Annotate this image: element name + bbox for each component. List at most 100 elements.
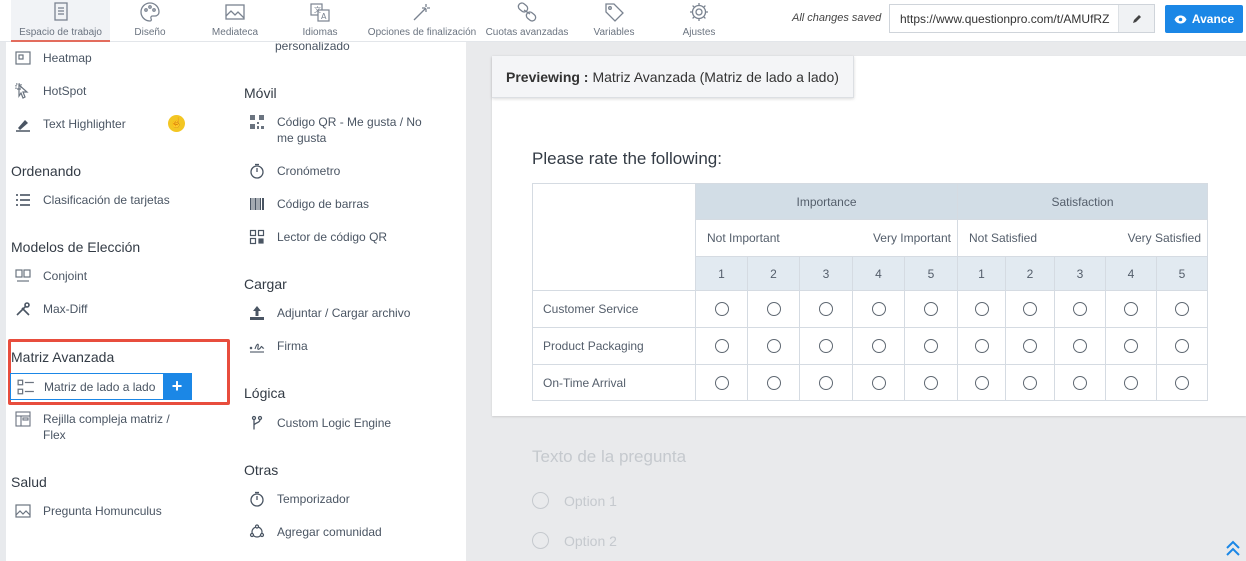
question-type-qr-reader[interactable]: Lector de código QR: [248, 229, 387, 245]
radio-button[interactable]: [924, 339, 938, 354]
radio-button[interactable]: [532, 492, 549, 509]
radio-button[interactable]: [819, 375, 833, 390]
tab-espacio-de-trabajo[interactable]: Espacio de trabajo: [11, 0, 110, 42]
radio-button[interactable]: [1175, 302, 1189, 317]
radio-button[interactable]: [924, 302, 938, 317]
conjoint-icon: [14, 268, 32, 284]
scroll-to-top-icon[interactable]: [1224, 539, 1242, 557]
barcode-icon: [248, 196, 266, 212]
question-type-add-community[interactable]: Agregar comunidad: [248, 524, 382, 540]
tools-icon: [14, 301, 32, 317]
radio-button[interactable]: [714, 375, 729, 390]
radio-button[interactable]: [1073, 339, 1087, 354]
question-type-conjoint[interactable]: Conjoint: [14, 268, 87, 284]
survey-url-field[interactable]: https://www.questionpro.com/t/AMUfRZ: [889, 4, 1155, 33]
edit-url-button[interactable]: [1118, 5, 1154, 32]
top-toolbar: Espacio de trabajo Diseño Mediateca 文A I…: [0, 0, 1246, 42]
qr-reader-icon: [248, 229, 266, 245]
survey-url-text: https://www.questionpro.com/t/AMUfRZ: [900, 12, 1110, 26]
question-type-signature[interactable]: Firma: [248, 338, 308, 354]
link-icon: [516, 1, 538, 23]
radio-button[interactable]: [974, 302, 989, 317]
tab-ajustes[interactable]: Ajustes: [672, 0, 726, 42]
radio-button[interactable]: [1124, 302, 1138, 317]
radio-button[interactable]: [1073, 302, 1087, 317]
radio-button[interactable]: [766, 375, 781, 390]
next-question-title: Texto de la pregunta: [532, 447, 687, 466]
tab-diseno[interactable]: Diseño: [118, 0, 182, 42]
question-type-text-highlighter[interactable]: Text Highlighter: [14, 116, 126, 132]
section-cargar: Cargar: [244, 276, 287, 292]
question-type-truncated[interactable]: personalizado: [275, 42, 350, 54]
signature-icon: [248, 338, 266, 354]
question-type-heatmap[interactable]: Heatmap: [14, 50, 92, 66]
radio-button[interactable]: [871, 339, 886, 354]
cursor-icon: [14, 83, 32, 99]
tab-idiomas[interactable]: 文A Idiomas: [292, 0, 348, 42]
question-type-side-by-side-matrix[interactable]: Matriz de lado a lado +: [10, 373, 192, 400]
radio-button[interactable]: [766, 302, 781, 317]
matrix-sliders-icon: [17, 379, 35, 395]
image-icon: [224, 1, 246, 23]
question-type-stopwatch[interactable]: Cronómetro: [248, 163, 340, 179]
palette-icon: [139, 1, 161, 23]
gear-icon: [688, 1, 710, 23]
tab-opciones-de-finalizacion[interactable]: Opciones de finalización: [364, 0, 480, 42]
radio-button[interactable]: [1023, 339, 1037, 354]
radio-button[interactable]: [1175, 339, 1189, 354]
radio-button[interactable]: [871, 375, 886, 390]
highlighter-icon: [14, 116, 32, 132]
radio-button[interactable]: [871, 302, 886, 317]
premium-badge-icon: ☝: [168, 115, 185, 132]
question-type-card-sorting[interactable]: Clasificación de tarjetas: [14, 192, 170, 208]
question-type-homunculus[interactable]: Pregunta Homunculus: [14, 503, 162, 519]
question-type-file-upload[interactable]: Adjuntar / Cargar archivo: [248, 305, 410, 321]
matrix-corner: [532, 183, 696, 291]
question-type-timer[interactable]: Temporizador: [248, 491, 350, 507]
grid-icon: [14, 411, 32, 427]
radio-button[interactable]: [766, 339, 781, 354]
question-type-barcode[interactable]: Código de barras: [248, 196, 369, 212]
translate-icon: 文A: [309, 1, 331, 23]
add-question-button[interactable]: +: [163, 374, 191, 399]
preview-button-label: Avance: [1191, 12, 1235, 26]
upload-icon: [248, 305, 266, 321]
radio-button[interactable]: [1124, 339, 1138, 354]
radio-button[interactable]: [714, 339, 729, 354]
svg-text:A: A: [321, 12, 327, 21]
radio-button[interactable]: [1175, 375, 1189, 390]
radio-button[interactable]: [819, 302, 833, 317]
preview-button[interactable]: Avance: [1165, 5, 1243, 33]
section-logica: Lógica: [244, 385, 286, 401]
radio-button[interactable]: [1124, 375, 1138, 390]
tag-icon: [603, 1, 625, 23]
question-type-hotspot[interactable]: HotSpot: [14, 83, 86, 99]
radio-button[interactable]: [974, 339, 989, 354]
svg-text:文: 文: [314, 5, 321, 14]
row-label: Customer Service: [532, 290, 696, 328]
community-icon: [248, 524, 266, 540]
section-modelos-de-eleccion: Modelos de Elección: [11, 239, 141, 255]
radio-button[interactable]: [1023, 302, 1037, 317]
tab-mediateca[interactable]: Mediateca: [200, 0, 270, 42]
radio-button[interactable]: [1023, 375, 1037, 390]
body-image-icon: [14, 503, 32, 519]
next-question-option[interactable]: Option 2: [532, 532, 617, 549]
question-type-custom-logic[interactable]: Custom Logic Engine: [248, 415, 391, 431]
radio-button[interactable]: [924, 375, 938, 390]
tab-variables[interactable]: Variables: [586, 0, 642, 42]
question-type-complex-grid[interactable]: Rejilla compleja matriz / Flex: [14, 411, 194, 443]
radio-button[interactable]: [974, 375, 989, 390]
radio-button[interactable]: [532, 532, 549, 549]
question-title: Please rate the following:: [532, 149, 722, 168]
question-type-max-diff[interactable]: Max-Diff: [14, 301, 87, 317]
section-salud: Salud: [11, 474, 47, 490]
radio-button[interactable]: [714, 302, 729, 317]
stopwatch-icon: [248, 163, 266, 179]
qr-code-icon: [248, 114, 266, 130]
radio-button[interactable]: [1073, 375, 1087, 390]
question-type-qr-like[interactable]: Código QR - Me gusta / No me gusta: [248, 114, 438, 146]
next-question-option[interactable]: Option 1: [532, 492, 617, 509]
tab-cuotas-avanzadas[interactable]: Cuotas avanzadas: [485, 0, 569, 42]
radio-button[interactable]: [819, 339, 833, 354]
